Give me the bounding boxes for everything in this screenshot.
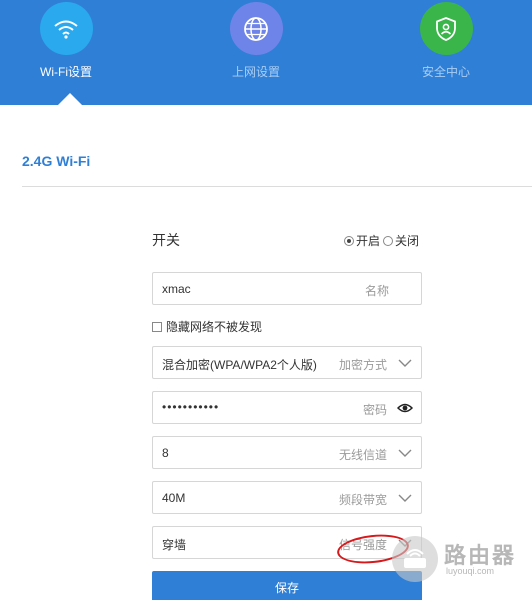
eye-icon[interactable] [397, 402, 413, 414]
radio-off[interactable] [382, 235, 393, 246]
section-title: 2.4G Wi-Fi [22, 153, 91, 169]
channel-hint: 无线信道 [338, 448, 387, 462]
radio-off-label[interactable]: 关闭 [395, 232, 419, 249]
radio-on[interactable] [343, 235, 354, 246]
password-input[interactable]: ••••••••••• 密码 [152, 391, 422, 424]
section-divider [22, 186, 532, 187]
bandwidth-value: 40M [162, 491, 186, 505]
nav-item-wifi-settings[interactable]: Wi-Fi设置 [6, 2, 126, 80]
chevron-down-icon[interactable] [398, 357, 412, 369]
wifi-switch-row: 开关 开启 关闭 [152, 230, 422, 250]
nav-label-security: 安全中心 [421, 65, 470, 79]
signal-strength-value: 穿墙 [162, 538, 187, 552]
watermark-url: luyouqi.com [446, 566, 495, 576]
encryption-select[interactable]: 混合加密(WPA/WPA2个人版) 加密方式 [152, 346, 422, 379]
encryption-hint: 加密方式 [338, 358, 387, 372]
wifi-name-hint: 名称 [364, 284, 389, 298]
nav-item-security-center[interactable]: 安全中心 [386, 2, 506, 80]
chevron-down-icon[interactable] [398, 447, 412, 459]
wifi-name-input[interactable]: xmac 名称 [152, 272, 422, 305]
channel-value: 8 [162, 446, 169, 460]
wifi-name-value: xmac [162, 282, 191, 296]
encryption-value: 混合加密(WPA/WPA2个人版) [162, 358, 317, 372]
globe-icon [229, 2, 283, 55]
bandwidth-hint: 频段带宽 [338, 493, 387, 507]
router-logo-icon [392, 536, 438, 582]
password-value: ••••••••••• [162, 400, 220, 414]
active-tab-pointer [58, 93, 82, 105]
chevron-down-icon[interactable] [398, 492, 412, 504]
password-hint: 密码 [362, 403, 387, 417]
nav-label-wifi: Wi-Fi设置 [40, 65, 92, 79]
signal-strength-select[interactable]: 穿墙 信号强度 [152, 526, 422, 567]
save-button[interactable]: 保存 [152, 571, 422, 600]
bandwidth-select[interactable]: 40M 频段带宽 [152, 481, 422, 514]
radio-on-label[interactable]: 开启 [356, 232, 380, 249]
shield-icon [419, 2, 473, 55]
switch-label: 开关 [152, 232, 180, 248]
hide-network-checkbox[interactable] [152, 321, 162, 332]
switch-radio-group: 开启 关闭 [343, 232, 422, 249]
nav-label-internet: 上网设置 [231, 65, 280, 79]
channel-select[interactable]: 8 无线信道 [152, 436, 422, 469]
top-nav-bar: Wi-Fi设置 上网设置 安全中心 [0, 0, 532, 105]
wifi-icon [39, 2, 93, 55]
watermark-logo: 路由器 luyouqi.com [392, 536, 532, 586]
hide-network-option[interactable]: 隐藏网络不被发现 [152, 318, 262, 335]
nav-item-internet-settings[interactable]: 上网设置 [196, 2, 316, 80]
hide-network-label: 隐藏网络不被发现 [166, 320, 263, 334]
